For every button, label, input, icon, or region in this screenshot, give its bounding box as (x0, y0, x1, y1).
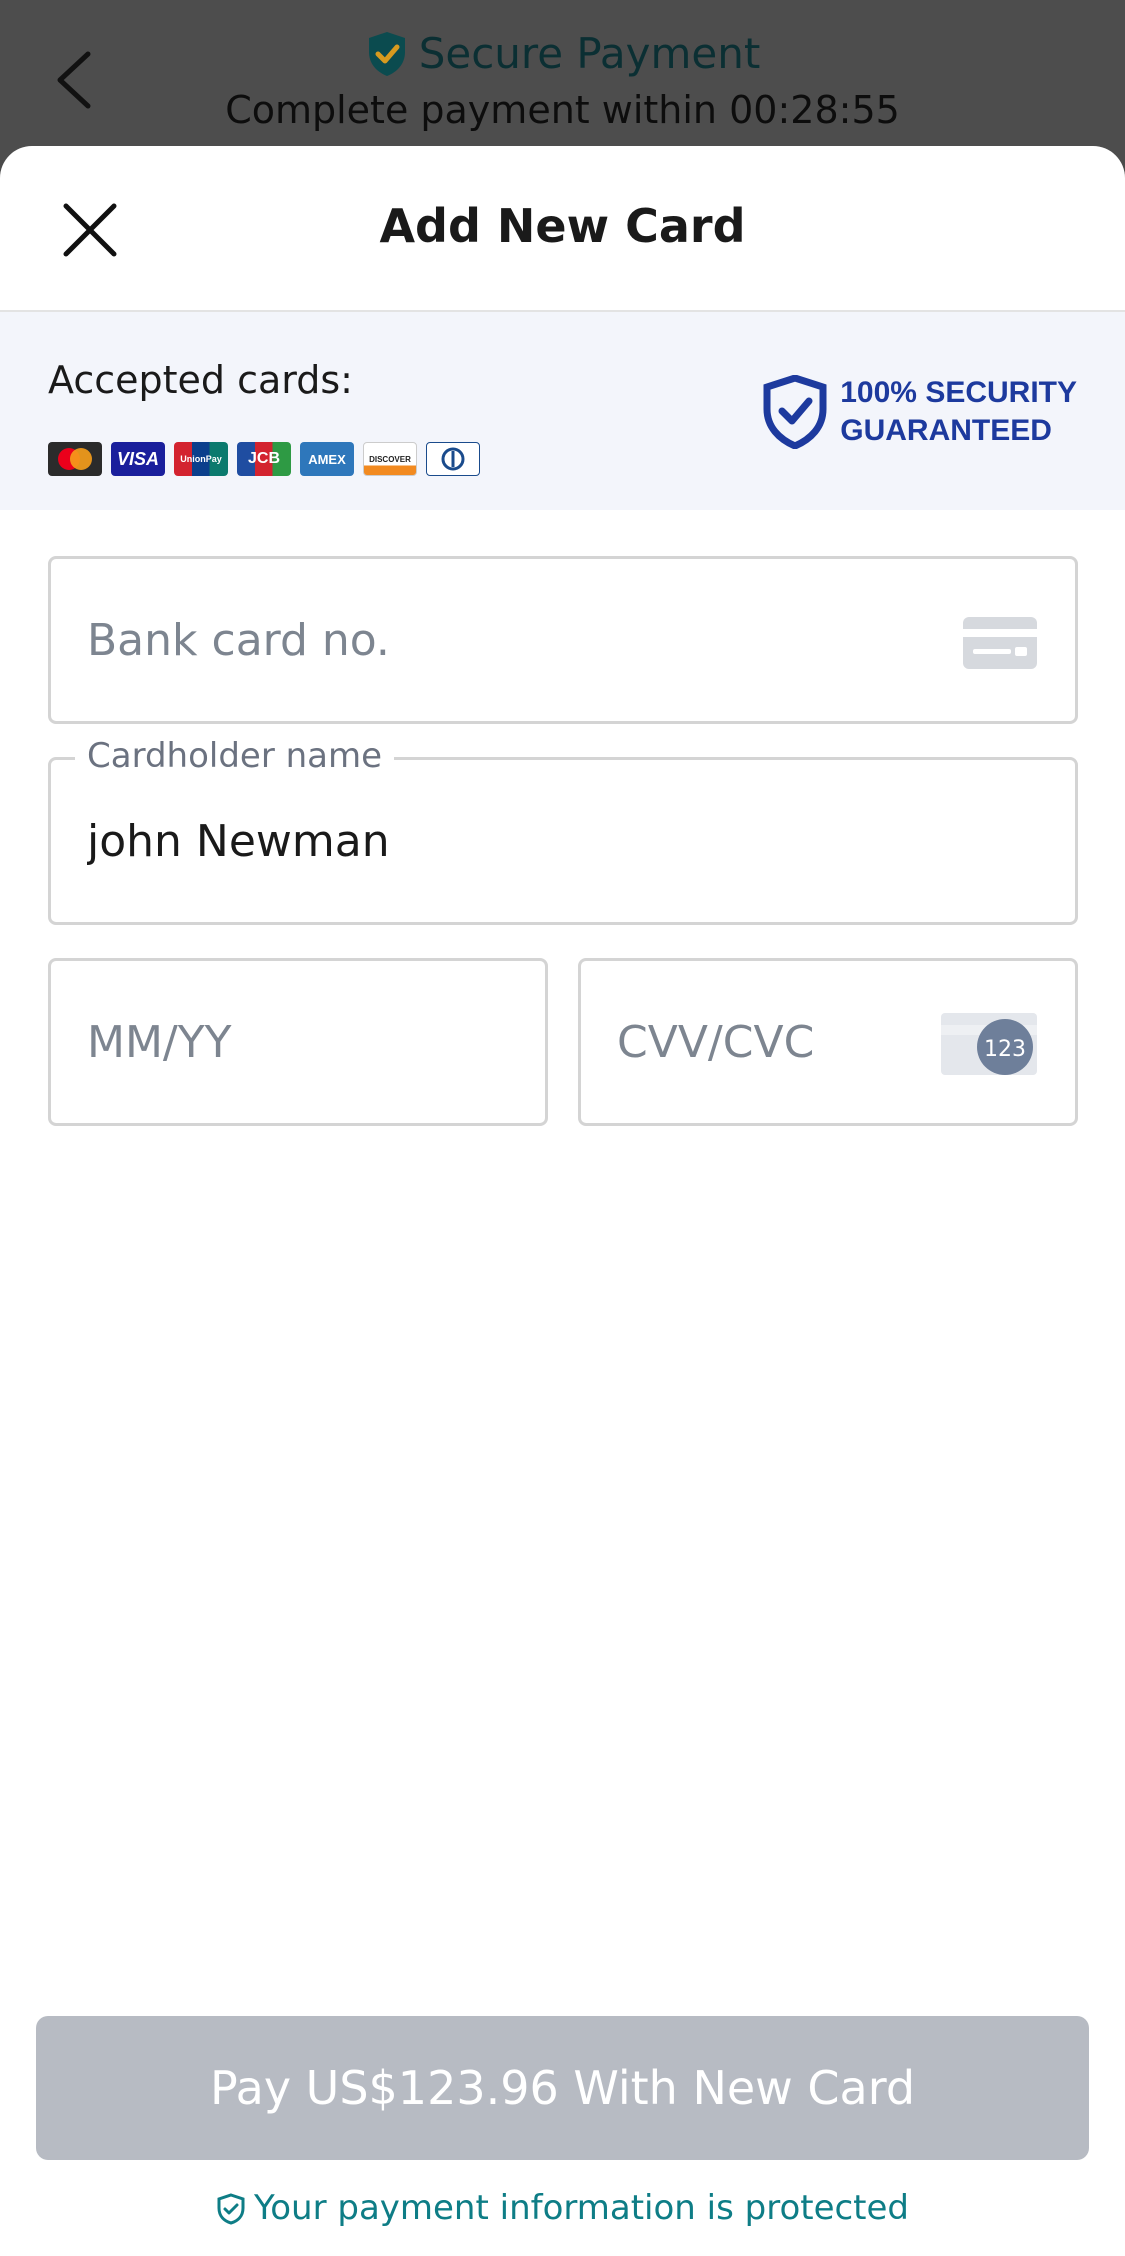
credit-card-icon (963, 615, 1037, 671)
payment-footer: Pay US$123.96 With New Card Your payment… (0, 1996, 1125, 2256)
sheet-title: Add New Card (379, 199, 746, 253)
cvv-input[interactable] (617, 961, 914, 1123)
mastercard-logo (48, 442, 102, 476)
background-header: Secure Payment Complete payment within 0… (0, 0, 1125, 160)
pay-with-new-card-button[interactable]: Pay US$123.96 With New Card (36, 2016, 1089, 2160)
accepted-cards-band: Accepted cards: VISA UnionPay JCB AMEX D… (0, 312, 1125, 510)
countdown-timer: 00:28:55 (729, 88, 900, 132)
security-line-1: 100% SECURITY (840, 376, 1077, 409)
card-number-field[interactable] (48, 556, 1078, 724)
secure-payment-label: Secure Payment (418, 29, 761, 78)
sheet-header: Add New Card (0, 146, 1125, 312)
security-guarantee-badge: 100% SECURITY GUARANTEED (762, 374, 1077, 450)
amex-logo: AMEX (300, 442, 354, 476)
add-card-sheet: Add New Card Accepted cards: VISA UnionP… (0, 146, 1125, 2256)
shield-check-icon (365, 30, 409, 78)
shield-check-icon (216, 2192, 246, 2225)
security-line-2: GUARANTEED (840, 414, 1052, 447)
secure-payment-title: Secure Payment (0, 24, 1125, 84)
cardholder-name-input[interactable] (87, 760, 907, 922)
expiry-date-input[interactable] (87, 961, 483, 1123)
card-number-input[interactable] (87, 559, 907, 721)
cvv-field[interactable]: 123 (578, 958, 1078, 1126)
timer-prefix: Complete payment within (225, 88, 718, 132)
security-text: 100% SECURITY GUARANTEED (840, 374, 1077, 450)
shield-check-icon (762, 374, 828, 450)
unionpay-logo: UnionPay (174, 442, 228, 476)
protected-text: Your payment information is protected (253, 2188, 910, 2228)
cvv-icon-digits: 123 (984, 1037, 1026, 1062)
payment-timer-line: Complete payment within 00:28:55 (0, 82, 1125, 138)
expiry-date-field[interactable] (48, 958, 548, 1126)
jcb-logo: JCB (237, 442, 291, 476)
discover-logo: DISCOVER (363, 442, 417, 476)
cvv-card-icon: 123 (941, 1011, 1039, 1077)
visa-logo: VISA (111, 442, 165, 476)
payment-page: Secure Payment Complete payment within 0… (0, 0, 1125, 2256)
cardholder-name-field[interactable]: Cardholder name (48, 734, 1078, 925)
diners-logo (426, 442, 480, 476)
card-logos: VISA UnionPay JCB AMEX DISCOVER (48, 442, 480, 476)
payment-protected-note: Your payment information is protected (0, 2186, 1125, 2230)
accepted-cards-label: Accepted cards: (48, 358, 353, 402)
